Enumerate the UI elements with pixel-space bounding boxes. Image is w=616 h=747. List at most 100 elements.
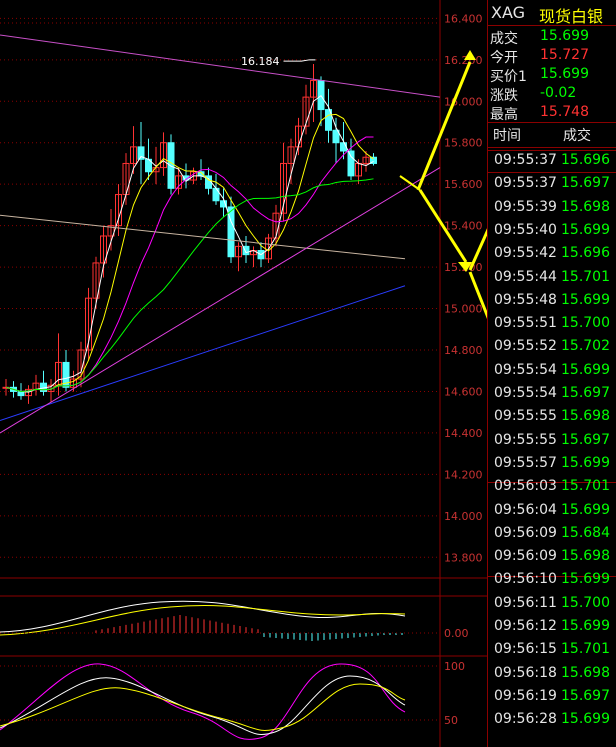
trade-price: 15.699 bbox=[561, 221, 610, 238]
trade-time: 09:56:09 bbox=[494, 524, 557, 541]
price-tick-label: 13.800 bbox=[444, 551, 483, 564]
trade-row: 09:56:10 15.699 bbox=[488, 569, 616, 592]
trade-row: 09:55:37 15.696 bbox=[488, 150, 616, 173]
trade-price: 15.698 bbox=[561, 408, 610, 425]
ma-line-green bbox=[5, 178, 374, 392]
price-tick-label: 14.600 bbox=[444, 385, 483, 398]
trade-price: 15.697 bbox=[561, 687, 610, 704]
trade-price: 15.698 bbox=[561, 664, 610, 681]
trade-price: 15.699 bbox=[561, 361, 610, 378]
quote-label: 最高 bbox=[490, 107, 518, 123]
trade-price: 15.697 bbox=[561, 175, 610, 192]
trade-row: 09:55:57 15.699 bbox=[488, 453, 616, 476]
trade-time: 09:55:48 bbox=[494, 291, 557, 308]
price-tick-label: 16.000 bbox=[444, 95, 483, 108]
trade-row: 09:55:44 15.701 bbox=[488, 267, 616, 290]
trade-row: 09:56:09 15.698 bbox=[488, 546, 616, 569]
trade-time: 09:55:51 bbox=[494, 315, 557, 332]
trade-price: 15.700 bbox=[561, 315, 610, 332]
trade-time: 09:55:42 bbox=[494, 245, 557, 262]
trade-price: 15.684 bbox=[561, 524, 610, 541]
trade-price: 15.698 bbox=[561, 548, 610, 565]
trade-row: 09:56:18 15.698 bbox=[488, 663, 616, 686]
trade-price: 15.701 bbox=[561, 478, 610, 495]
trade-price: 15.696 bbox=[561, 152, 610, 168]
trade-price: 15.697 bbox=[561, 385, 610, 401]
trade-price: 15.699 bbox=[561, 291, 610, 308]
trade-price: 15.701 bbox=[561, 641, 610, 658]
kline-chart[interactable]: 16.40016.20016.00015.80015.60015.40015.2… bbox=[0, 0, 487, 747]
trade-time: 09:56:18 bbox=[494, 664, 557, 681]
kdj-tick-label: 100 bbox=[444, 660, 465, 673]
trade-time: 09:55:37 bbox=[494, 175, 557, 192]
trades-header: 时间 成交 bbox=[488, 122, 616, 148]
quote-value: -0.02 bbox=[540, 85, 577, 101]
trade-time: 09:56:19 bbox=[494, 687, 557, 704]
trade-row: 09:55:37 15.697 bbox=[488, 173, 616, 196]
candle-body bbox=[167, 142, 175, 189]
symbol-name: 现货白银 bbox=[539, 7, 604, 26]
trade-price: 15.697 bbox=[561, 431, 610, 448]
annotation-arrow bbox=[399, 175, 421, 191]
quote-row: 今开 15.727 bbox=[488, 47, 616, 66]
trade-row: 09:55:54 15.699 bbox=[488, 360, 616, 383]
trade-row: 09:55:42 15.696 bbox=[488, 243, 616, 266]
candle-body bbox=[317, 80, 325, 111]
price-tick-label: 15.400 bbox=[444, 220, 483, 233]
trades-time-header: 时间 bbox=[493, 128, 521, 144]
ma-line-long-magenta bbox=[0, 34, 441, 98]
kline-chart-area[interactable]: 16.40016.20016.00015.80015.60015.40015.2… bbox=[0, 0, 487, 747]
quote-value: 15.727 bbox=[540, 47, 589, 63]
symbol-code: XAG bbox=[491, 3, 526, 22]
quote-label: 买价1 bbox=[490, 69, 527, 85]
price-tick-label: 15.800 bbox=[444, 137, 483, 150]
quote-row: 成交 15.699 bbox=[488, 28, 616, 47]
trade-time: 09:55:54 bbox=[494, 361, 557, 378]
trade-price: 15.698 bbox=[561, 198, 610, 215]
quote-header: XAG 现货白银 bbox=[488, 0, 616, 26]
price-tick-label: 14.000 bbox=[444, 510, 483, 523]
ma-line-magenta bbox=[5, 136, 374, 392]
trade-row: 09:56:19 15.697 bbox=[488, 686, 616, 709]
quote-value: 15.699 bbox=[540, 66, 589, 82]
kdj-tick-label: 50 bbox=[444, 714, 458, 727]
trade-time: 09:56:28 bbox=[494, 711, 557, 728]
trade-row: 09:56:28 15.699 bbox=[488, 709, 616, 732]
ma-line-blue bbox=[0, 285, 406, 421]
quote-panel: XAG 现货白银 成交 15.699 今开 15.727 买价1 15.699 涨跌 -0.0… bbox=[487, 0, 616, 747]
trade-row: 09:55:48 15.699 bbox=[488, 290, 616, 313]
trade-price: 15.699 bbox=[561, 501, 610, 518]
trade-row: 09:55:54 15.697 bbox=[488, 383, 616, 406]
trade-price: 15.696 bbox=[561, 245, 610, 262]
quote-label: 涨跌 bbox=[490, 88, 518, 104]
macd-zero-label: 0.00 bbox=[444, 627, 469, 640]
trade-time: 09:55:55 bbox=[494, 408, 557, 425]
trade-time: 09:55:39 bbox=[494, 198, 557, 215]
trade-row: 09:55:52 15.702 bbox=[488, 336, 616, 359]
trade-row: 09:56:09 15.684 bbox=[488, 523, 616, 546]
candle-body bbox=[212, 187, 220, 202]
trade-row: 09:56:12 15.699 bbox=[488, 616, 616, 639]
trade-time: 09:55:52 bbox=[494, 338, 557, 355]
price-tick-label: 15.600 bbox=[444, 178, 483, 191]
trade-time: 09:55:40 bbox=[494, 221, 557, 238]
trade-row: 09:56:04 15.699 bbox=[488, 500, 616, 523]
price-tick-label: 16.200 bbox=[444, 54, 483, 67]
price-tick-label: 14.200 bbox=[444, 468, 483, 481]
quote-value: 15.748 bbox=[540, 104, 589, 120]
quote-row: 最高 15.748 bbox=[488, 104, 616, 123]
quote-label: 成交 bbox=[490, 31, 518, 47]
quote-row: 买价1 15.699 bbox=[488, 66, 616, 85]
quote-row: 涨跌 -0.02 bbox=[488, 85, 616, 104]
trade-row: 09:56:15 15.701 bbox=[488, 639, 616, 662]
price-tick-label: 15.000 bbox=[444, 303, 483, 316]
ma-line-white bbox=[5, 95, 374, 393]
trade-time: 09:56:09 bbox=[494, 548, 557, 565]
trade-time: 09:56:03 bbox=[494, 478, 557, 495]
quote-label: 今开 bbox=[490, 50, 518, 66]
trade-time: 09:55:55 bbox=[494, 431, 557, 448]
trade-time: 09:55:57 bbox=[494, 454, 557, 471]
trade-row: 09:56:11 15.700 bbox=[488, 593, 616, 616]
trade-price: 15.701 bbox=[561, 268, 610, 285]
trade-time: 09:56:04 bbox=[494, 501, 557, 518]
